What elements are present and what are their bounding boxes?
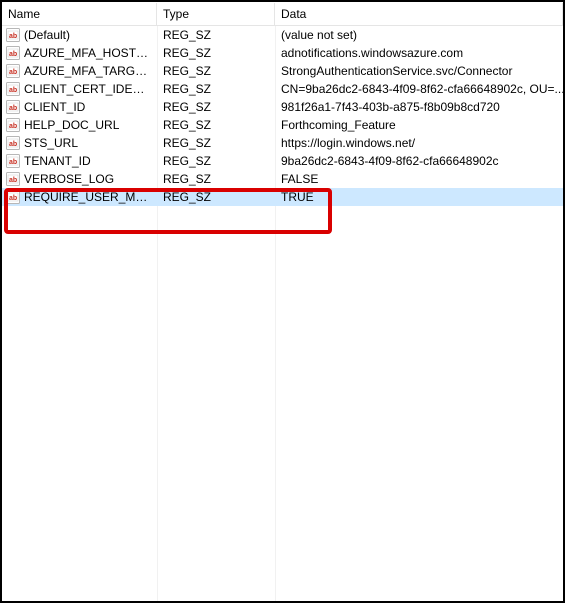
column-header-type[interactable]: Type [157, 3, 275, 25]
cell-name: ab CLIENT_ID [2, 100, 157, 114]
svg-text:ab: ab [9, 141, 17, 148]
cell-type: REG_SZ [157, 28, 275, 42]
value-name: STS_URL [24, 136, 78, 150]
cell-name: ab TENANT_ID [2, 154, 157, 168]
value-data: https://login.windows.net/ [281, 136, 415, 150]
cell-name: ab AZURE_MFA_HOSTN... [2, 46, 157, 60]
reg-string-icon: ab [6, 172, 20, 186]
reg-string-icon: ab [6, 28, 20, 42]
svg-text:ab: ab [9, 51, 17, 58]
column-header-data[interactable]: Data [275, 3, 563, 25]
cell-name: ab REQUIRE_USER_MATCH [2, 190, 157, 204]
cell-data: TRUE [275, 190, 563, 204]
svg-text:ab: ab [9, 105, 17, 112]
table-row[interactable]: ab CLIENT_ID REG_SZ 981f26a1-7f43-403b-a875… [2, 98, 563, 116]
value-name: VERBOSE_LOG [24, 172, 114, 186]
value-name: AZURE_MFA_TARGET... [24, 64, 151, 78]
cell-data: 981f26a1-7f43-403b-a875-f8b09b8cd720 [275, 100, 563, 114]
value-type: REG_SZ [163, 136, 211, 150]
value-type: REG_SZ [163, 190, 211, 204]
svg-text:ab: ab [9, 69, 17, 76]
value-name: CLIENT_ID [24, 100, 85, 114]
cell-data: StrongAuthenticationService.svc/Connecto… [275, 64, 563, 78]
table-row[interactable]: ab HELP_DOC_URL REG_SZ Forthcoming_Feature [2, 116, 563, 134]
value-type: REG_SZ [163, 172, 211, 186]
cell-data: FALSE [275, 172, 563, 186]
svg-text:ab: ab [9, 159, 17, 166]
svg-text:ab: ab [9, 87, 17, 94]
value-type: REG_SZ [163, 100, 211, 114]
cell-type: REG_SZ [157, 136, 275, 150]
value-data: CN=9ba26dc2-6843-4f09-8f62-cfa66648902c,… [281, 82, 563, 96]
cell-type: REG_SZ [157, 64, 275, 78]
value-name: REQUIRE_USER_MATCH [24, 190, 151, 204]
cell-name: ab STS_URL [2, 136, 157, 150]
cell-name: ab (Default) [2, 28, 157, 42]
value-data: Forthcoming_Feature [281, 118, 396, 132]
value-type: REG_SZ [163, 82, 211, 96]
value-data: TRUE [281, 190, 314, 204]
value-name: AZURE_MFA_HOSTN... [24, 46, 151, 60]
value-name: CLIENT_CERT_IDENTI... [24, 82, 151, 96]
cell-name: ab VERBOSE_LOG [2, 172, 157, 186]
value-type: REG_SZ [163, 154, 211, 168]
svg-text:ab: ab [9, 33, 17, 40]
value-data: adnotifications.windowsazure.com [281, 46, 463, 60]
table-row[interactable]: ab TENANT_ID REG_SZ 9ba26dc2-6843-4f09-8f62… [2, 152, 563, 170]
value-type: REG_SZ [163, 28, 211, 42]
column-header-name[interactable]: Name [2, 3, 157, 25]
table-row[interactable]: ab AZURE_MFA_TARGET... REG_SZ StrongAuthent… [2, 62, 563, 80]
cell-type: REG_SZ [157, 154, 275, 168]
reg-string-icon: ab [6, 64, 20, 78]
cell-type: REG_SZ [157, 118, 275, 132]
reg-string-icon: ab [6, 136, 20, 150]
cell-data: 9ba26dc2-6843-4f09-8f62-cfa66648902c [275, 154, 563, 168]
rows-container: ab (Default) REG_SZ (value not set) ab AZURE_… [2, 26, 563, 206]
reg-string-icon: ab [6, 154, 20, 168]
cell-type: REG_SZ [157, 190, 275, 204]
cell-type: REG_SZ [157, 46, 275, 60]
value-data: 981f26a1-7f43-403b-a875-f8b09b8cd720 [281, 100, 500, 114]
value-data: StrongAuthenticationService.svc/Connecto… [281, 64, 512, 78]
value-name: HELP_DOC_URL [24, 118, 119, 132]
value-data: (value not set) [281, 28, 357, 42]
cell-data: Forthcoming_Feature [275, 118, 563, 132]
value-type: REG_SZ [163, 46, 211, 60]
svg-text:ab: ab [9, 177, 17, 184]
cell-type: REG_SZ [157, 100, 275, 114]
cell-name: ab AZURE_MFA_TARGET... [2, 64, 157, 78]
value-data: FALSE [281, 172, 318, 186]
value-type: REG_SZ [163, 118, 211, 132]
reg-string-icon: ab [6, 118, 20, 132]
table-row[interactable]: ab AZURE_MFA_HOSTN... REG_SZ adnotification… [2, 44, 563, 62]
value-type: REG_SZ [163, 64, 211, 78]
cell-name: ab CLIENT_CERT_IDENTI... [2, 82, 157, 96]
cell-data: adnotifications.windowsazure.com [275, 46, 563, 60]
cell-data: CN=9ba26dc2-6843-4f09-8f62-cfa66648902c,… [275, 82, 563, 96]
cell-data: https://login.windows.net/ [275, 136, 563, 150]
reg-string-icon: ab [6, 190, 20, 204]
registry-value-list: Name Type Data ab (Default) REG_SZ (value n… [2, 2, 563, 601]
table-row[interactable]: ab VERBOSE_LOG REG_SZ FALSE [2, 170, 563, 188]
cell-type: REG_SZ [157, 82, 275, 96]
table-row[interactable]: ab REQUIRE_USER_MATCH REG_SZ TRUE [2, 188, 563, 206]
cell-type: REG_SZ [157, 172, 275, 186]
column-header-row: Name Type Data [2, 2, 563, 26]
table-row[interactable]: ab CLIENT_CERT_IDENTI... REG_SZ CN=9ba26dc2… [2, 80, 563, 98]
svg-text:ab: ab [9, 123, 17, 130]
value-data: 9ba26dc2-6843-4f09-8f62-cfa66648902c [281, 154, 499, 168]
value-name: TENANT_ID [24, 154, 91, 168]
svg-text:ab: ab [9, 195, 17, 202]
cell-name: ab HELP_DOC_URL [2, 118, 157, 132]
value-name: (Default) [24, 28, 70, 42]
cell-data: (value not set) [275, 28, 563, 42]
table-row[interactable]: ab STS_URL REG_SZ https://login.windows.net… [2, 134, 563, 152]
reg-string-icon: ab [6, 82, 20, 96]
reg-string-icon: ab [6, 46, 20, 60]
table-row[interactable]: ab (Default) REG_SZ (value not set) [2, 26, 563, 44]
reg-string-icon: ab [6, 100, 20, 114]
